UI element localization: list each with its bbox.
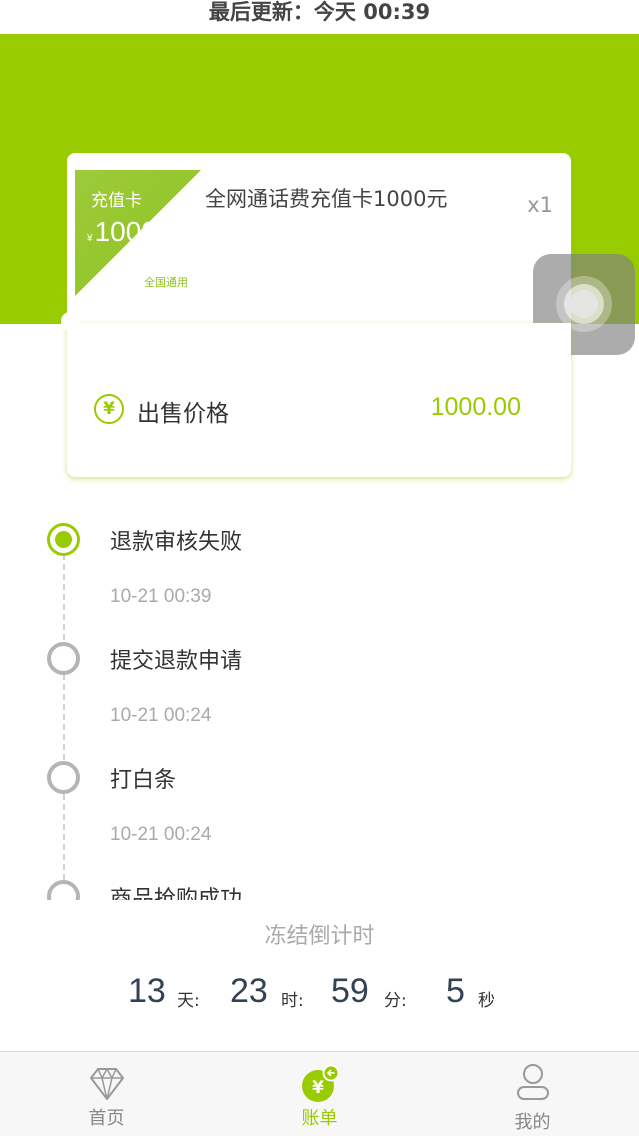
tab-home[interactable]: 首页 <box>0 1052 213 1136</box>
countdown-seconds-unit: 秒 <box>478 991 495 1011</box>
price-label: 出售价格 <box>137 401 229 427</box>
tab-mine[interactable]: 我的 <box>426 1052 639 1136</box>
timeline-title: 打白条 <box>110 768 177 793</box>
timeline-title: 商品抢购成功 <box>110 887 243 900</box>
timeline-time: 10-21 00:39 <box>110 586 212 607</box>
card-image-currency: ¥ <box>87 233 93 244</box>
countdown-minutes-unit: 分: <box>384 991 407 1011</box>
product-card[interactable]: 充值卡 ¥1000 全国通用 全网通话费充值卡1000元 x1 <box>67 153 571 323</box>
timeline-time: 10-21 00:24 <box>110 824 212 845</box>
timeline-dot-icon <box>47 642 80 675</box>
countdown-hours: 23 <box>230 972 268 1010</box>
tab-mine-label: 我的 <box>514 1112 551 1133</box>
card-image-label: 充值卡 <box>91 191 142 211</box>
timeline-title: 退款审核失败 <box>110 530 243 555</box>
diamond-icon <box>89 1068 124 1100</box>
user-icon <box>516 1064 549 1100</box>
timeline-item: 退款审核失败 10-21 00:39 <box>0 510 639 630</box>
price-value: 1000.00 <box>430 393 521 421</box>
freeze-countdown-label: 冻结倒计时 <box>264 924 375 949</box>
countdown-seconds: 5 <box>446 972 465 1010</box>
recharge-card-image: 充值卡 ¥1000 全国通用 <box>75 170 201 296</box>
card-image-amount: ¥1000 <box>87 216 157 248</box>
svg-text:¥: ¥ <box>312 1078 324 1098</box>
price-card: ¥ 出售价格 1000.00 <box>67 323 571 477</box>
tab-bill[interactable]: ¥ 账单 <box>213 1052 426 1136</box>
tab-home-label: 首页 <box>88 1108 125 1129</box>
timeline-dot-active-icon <box>47 523 80 556</box>
countdown-minutes: 59 <box>331 972 369 1010</box>
product-title: 全网通话费充值卡1000元 <box>205 187 448 211</box>
last-updated-text: 最后更新：今天 00:39 <box>0 0 639 34</box>
timeline-dot-icon <box>47 761 80 794</box>
bottom-tab-bar: 首页 ¥ 账单 我的 <box>0 1051 639 1136</box>
countdown-days-unit: 天: <box>177 991 200 1011</box>
card-image-scope: 全国通用 <box>144 276 188 289</box>
bill-icon: ¥ <box>301 1064 339 1102</box>
product-quantity: x1 <box>527 193 553 217</box>
tab-bill-label: 账单 <box>301 1108 338 1129</box>
order-timeline: 退款审核失败 10-21 00:39 提交退款申请 10-21 00:24 打白… <box>0 500 639 900</box>
timeline-item: 商品抢购成功 <box>0 867 639 900</box>
timeline-dot-icon <box>47 880 80 900</box>
yen-circle-icon: ¥ <box>94 394 124 424</box>
timeline-title: 提交退款申请 <box>110 649 243 674</box>
timeline-item: 打白条 10-21 00:24 <box>0 748 639 868</box>
timeline-time: 10-21 00:24 <box>110 705 212 726</box>
countdown-days: 13 <box>128 972 166 1010</box>
timeline-item: 提交退款申请 10-21 00:24 <box>0 629 639 749</box>
card-notch <box>61 312 79 330</box>
freeze-countdown: 13 天: 23 时: 59 分: 5 秒 <box>0 972 639 1018</box>
card-image-value: 1000 <box>94 216 157 247</box>
countdown-hours-unit: 时: <box>281 991 304 1011</box>
